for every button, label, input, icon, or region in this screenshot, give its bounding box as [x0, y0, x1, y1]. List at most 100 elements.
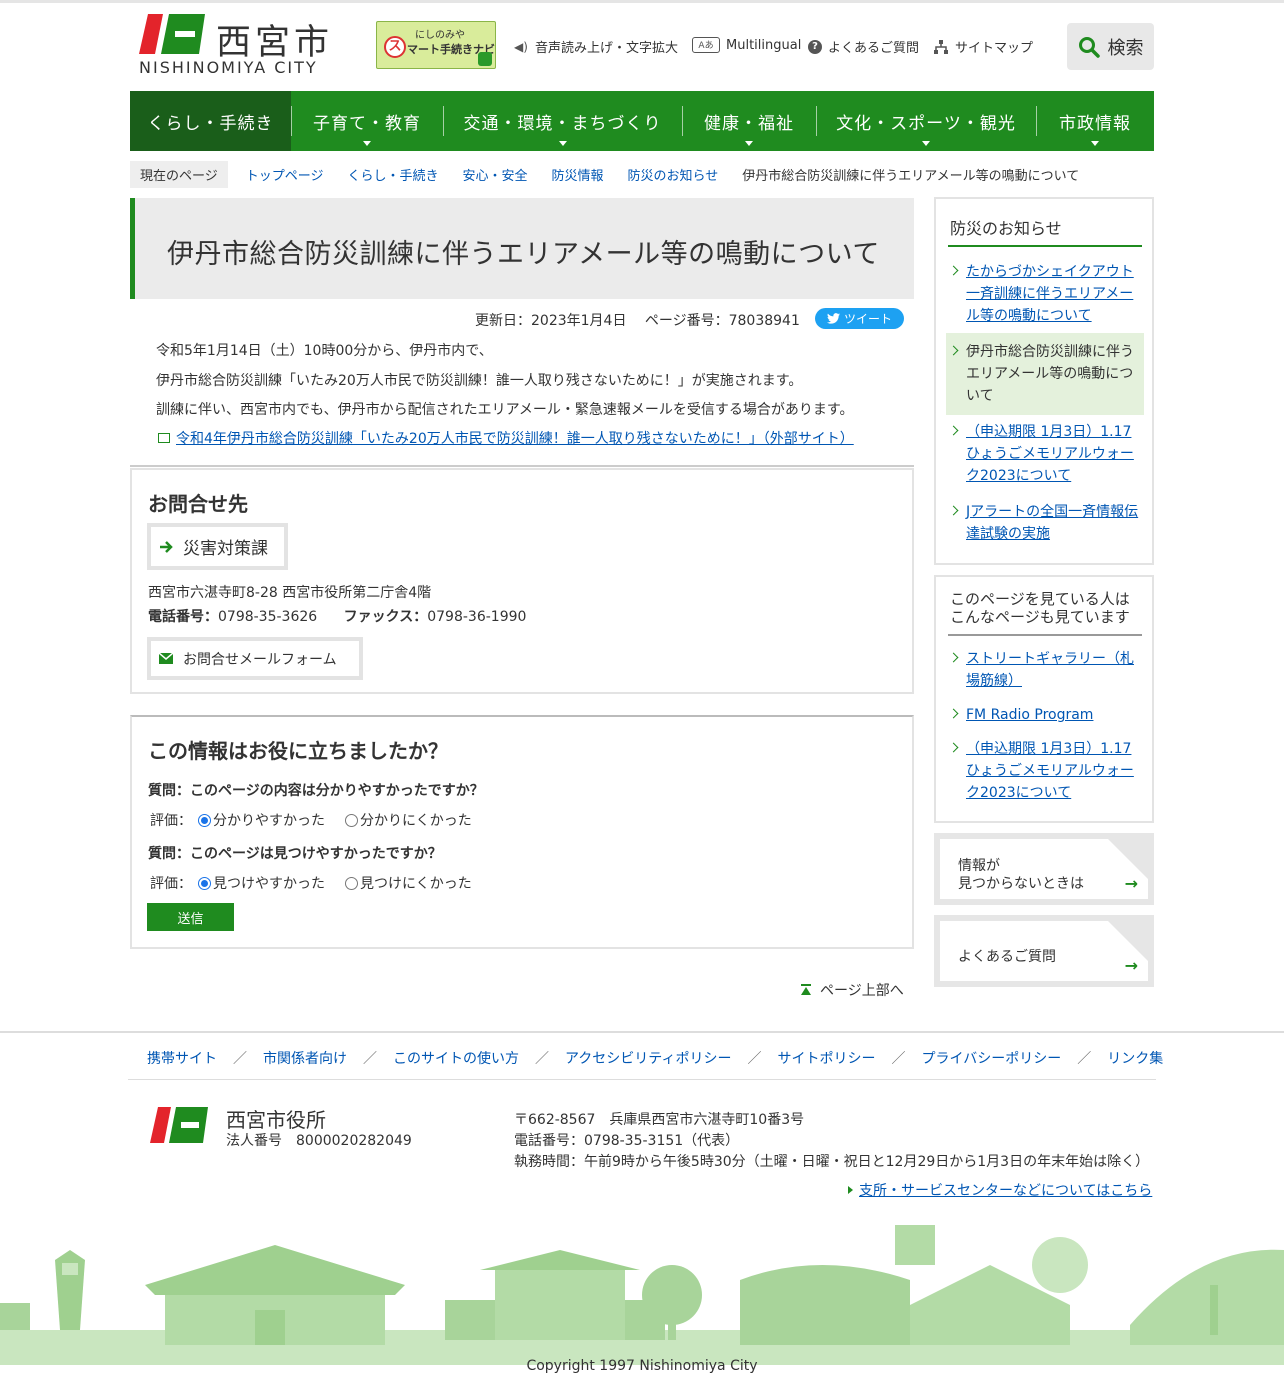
nav-item-health[interactable]: 健康・福祉	[682, 91, 816, 151]
voice-text-size-label: 音声読み上げ・文字拡大	[535, 41, 679, 56]
sidebar-related-link[interactable]: ストリートギャラリー（札場筋線）	[966, 651, 1134, 689]
department-name: 災害対策課	[183, 539, 268, 559]
sidebar-news-item[interactable]: （申込期限 1月3日）1.17ひょうごメモリアルウォーク2023について	[946, 421, 1144, 487]
nav-item-label: 子育て・教育	[313, 113, 421, 134]
nav-item-living[interactable]: くらし・手続き	[130, 91, 291, 151]
nav-item-transport[interactable]: 交通・環境・まちづくり	[443, 91, 682, 151]
arrow-right-icon: →	[1124, 956, 1138, 975]
radio-hard-to-understand[interactable]	[345, 813, 358, 827]
sidebar-related-title-line2: こんなページも見ています	[950, 608, 1130, 626]
body-paragraph: 訓練に伴い、西宮市内でも、伊丹市から配信されたエリアメール・緊急速報メールを受信…	[156, 402, 854, 418]
faq-banner[interactable]: よくあるご質問 →	[934, 915, 1154, 987]
sidebar-related-item[interactable]: （申込期限 1月3日）1.17ひょうごメモリアルウォーク2023について	[946, 738, 1144, 804]
breadcrumb-link-disaster-news[interactable]: 防災のお知らせ	[628, 165, 719, 184]
mail-form-label: お問合せメールフォーム	[183, 651, 337, 668]
breadcrumb-link-living[interactable]: くらし・手続き	[348, 165, 439, 184]
search-label: 検索	[1107, 37, 1144, 59]
logo-city-roman[interactable]: NISHINOMIYA CITY	[139, 58, 318, 77]
footer-link-links[interactable]: リンク集	[1107, 1048, 1163, 1068]
tweet-label: ツイート	[843, 312, 892, 326]
city-logo-icon[interactable]	[139, 14, 205, 54]
phone-label: 電話番号：	[148, 609, 218, 625]
footer-link-mobile[interactable]: 携帯サイト	[147, 1048, 217, 1068]
top-border	[0, 0, 1284, 3]
sidebar-news-item[interactable]: たからづかシェイクアウト一斉訓練に伴うエリアメール等の鳴動について	[946, 261, 1144, 327]
radio-hard-to-find-label[interactable]: 見つけにくかった	[360, 873, 472, 893]
branch-offices-link-text[interactable]: 支所・サービスセンターなどについてはこちら	[859, 1180, 1152, 1200]
branch-offices-link[interactable]: 支所・サービスセンターなどについてはこちら	[848, 1180, 1152, 1200]
contact-phones: 電話番号：0798-35-3626 ファックス：0798-36-1990	[148, 606, 526, 626]
sidebar-news-link[interactable]: Jアラートの全国一斉情報伝達試験の実施	[966, 504, 1138, 542]
nav-item-childcare[interactable]: 子育て・教育	[291, 91, 443, 151]
breadcrumb-label: 現在のページ	[130, 161, 228, 188]
page-top-link[interactable]: ページ上部へ	[800, 980, 904, 1000]
radio-easy-to-find-label[interactable]: 見つけやすかった	[213, 873, 325, 893]
footer-divider	[128, 1079, 1156, 1080]
navi-banner-line1: にしのみや	[415, 30, 465, 41]
breadcrumb-link-top[interactable]: トップページ	[246, 165, 324, 184]
multilingual-link[interactable]: Aあ Multilingual	[692, 37, 801, 53]
tweet-button[interactable]: ツイート	[815, 308, 904, 329]
page-fold-decoration	[1108, 921, 1148, 961]
banner-notfound-line1: 情報が	[958, 858, 1000, 874]
department-link-button[interactable]: 災害対策課	[147, 523, 288, 570]
nav-item-culture[interactable]: 文化・スポーツ・観光	[816, 91, 1036, 151]
search-icon	[1078, 36, 1100, 58]
footer-link-accessibility[interactable]: アクセシビリティポリシー	[565, 1048, 731, 1068]
speaker-icon: ◀)	[514, 39, 528, 54]
nav-item-label: 交通・環境・まちづくり	[463, 113, 662, 134]
submit-button[interactable]: 送信	[147, 903, 234, 931]
sidebar-related-item[interactable]: ストリートギャラリー（札場筋線）	[946, 648, 1144, 692]
radio-hard-to-understand-label[interactable]: 分かりにくかった	[360, 810, 472, 830]
sidebar-related-item[interactable]: FM Radio Program	[946, 704, 1144, 726]
faq-link[interactable]: ? よくあるご質問	[808, 37, 919, 56]
radio-hard-to-find[interactable]	[345, 876, 358, 890]
radio-understandable[interactable]	[198, 813, 211, 827]
sitemap-link[interactable]: サイトマップ	[933, 37, 1033, 56]
divider	[948, 245, 1142, 247]
cityscape-illustration	[0, 1225, 1284, 1365]
breadcrumb-link-disaster-info[interactable]: 防災情報	[552, 165, 604, 184]
external-link[interactable]: 令和4年伊丹市総合防災訓練「いたみ20万人市民で防災訓練！誰一人取り残さないため…	[158, 428, 854, 448]
radio-easy-to-find[interactable]	[198, 876, 211, 890]
nav-separator	[816, 106, 817, 136]
footer-link-howto[interactable]: このサイトの使い方	[393, 1048, 519, 1068]
voice-text-size-link[interactable]: ◀) 音声読み上げ・文字拡大	[513, 37, 679, 57]
chevron-right-icon	[948, 742, 959, 753]
sidebar-news-link[interactable]: たからづかシェイクアウト一斉訓練に伴うエリアメール等の鳴動について	[966, 264, 1134, 324]
nav-item-label: 文化・スポーツ・観光	[836, 113, 1016, 134]
page-top-label: ページ上部へ	[820, 983, 904, 999]
chevron-down-icon	[363, 141, 371, 146]
rating-label: 評価：	[150, 813, 192, 829]
external-link-text[interactable]: 令和4年伊丹市総合防災訓練「いたみ20万人市民で防災訓練！誰一人取り残さないため…	[176, 428, 854, 448]
separator: ／	[535, 1051, 549, 1067]
contact-mail-form-button[interactable]: お問合せメールフォーム	[147, 637, 363, 680]
banner-inner: 情報が 見つからないときは	[940, 839, 1148, 899]
question-2: 質問：このページは見つけやすかったですか？	[148, 846, 442, 862]
question-1: 質問：このページの内容は分かりやすかったですか？	[148, 783, 484, 799]
sidebar-related-link[interactable]: FM Radio Program	[966, 707, 1093, 723]
search-button[interactable]: 検索	[1067, 23, 1154, 70]
footer-link-site-policy[interactable]: サイトポリシー	[777, 1048, 875, 1068]
sidebar-related-link[interactable]: （申込期限 1月3日）1.17ひょうごメモリアルウォーク2023について	[966, 741, 1134, 801]
footer-link-privacy[interactable]: プライバシーポリシー	[921, 1048, 1061, 1068]
city-logo-icon	[150, 1107, 208, 1143]
breadcrumb-current: 伊丹市総合防災訓練に伴うエリアメール等の鳴動について	[742, 169, 1080, 184]
sidebar-news-item[interactable]: Jアラートの全国一斉情報伝達試験の実施	[946, 501, 1144, 545]
rating-label: 評価：	[150, 876, 192, 892]
pointer-hand-icon	[478, 52, 492, 66]
nav-separator	[1036, 106, 1037, 136]
sitemap-icon	[934, 39, 948, 54]
footer-link-staff[interactable]: 市関係者向け	[263, 1048, 347, 1068]
info-not-found-banner[interactable]: 情報が 見つからないときは →	[934, 833, 1154, 905]
page-title-box: 伊丹市総合防災訓練に伴うエリアメール等の鳴動について	[130, 198, 914, 299]
chevron-right-icon	[948, 425, 959, 436]
nav-item-government[interactable]: 市政情報	[1036, 91, 1154, 151]
sidebar-news-link[interactable]: （申込期限 1月3日）1.17ひょうごメモリアルウォーク2023について	[966, 424, 1134, 484]
footer-phone: 電話番号：0798-35-3151（代表）	[514, 1133, 740, 1149]
chevron-right-icon	[948, 265, 959, 276]
radio-understandable-label[interactable]: 分かりやすかった	[213, 810, 325, 830]
question-1-rating: 評価： 分かりやすかった 分かりにくかった	[150, 810, 472, 830]
smart-procedure-navi-banner[interactable]: にしのみや ス マート手続きナビ	[376, 21, 496, 69]
breadcrumb-link-safety[interactable]: 安心・安全	[463, 165, 528, 184]
